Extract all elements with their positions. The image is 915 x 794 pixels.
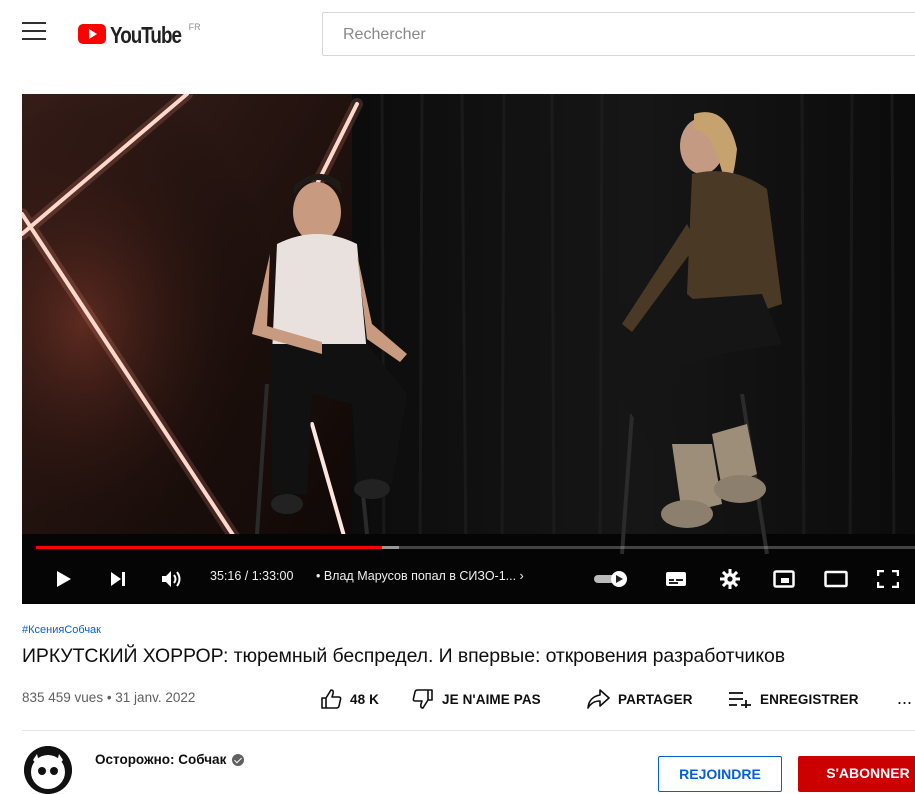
progress-played bbox=[36, 546, 382, 549]
search-input[interactable] bbox=[341, 23, 905, 47]
channel-name[interactable]: Осторожно: Собчак bbox=[95, 752, 245, 767]
dislike-icon bbox=[412, 689, 433, 709]
video-title: ИРКУТСКИЙ ХОРРОР: тюремный беспредел. И … bbox=[22, 645, 785, 667]
fullscreen-icon[interactable] bbox=[874, 554, 902, 604]
verified-icon bbox=[232, 753, 245, 766]
video-frame bbox=[22, 94, 915, 604]
save-button[interactable]: ENREGISTRER bbox=[728, 688, 859, 710]
join-button[interactable]: REJOINDRE bbox=[658, 756, 782, 792]
views-and-date: 835 459 vues • 31 janv. 2022 bbox=[22, 690, 196, 705]
play-icon[interactable] bbox=[52, 554, 76, 604]
like-button[interactable]: 48 K bbox=[320, 688, 379, 710]
share-label: PARTAGER bbox=[618, 691, 693, 707]
more-actions-button[interactable]: ... bbox=[897, 688, 912, 709]
menu-icon[interactable] bbox=[22, 22, 46, 44]
chapter-title[interactable]: • Влад Марусов попал в СИЗО-1... › bbox=[316, 569, 524, 583]
subtitles-icon[interactable] bbox=[662, 554, 690, 604]
autoplay-toggle-icon[interactable] bbox=[590, 554, 634, 604]
hashtag-link[interactable]: #КсенияСобчак bbox=[22, 624, 101, 636]
share-icon bbox=[587, 689, 610, 709]
divider bbox=[22, 730, 915, 731]
time-display: 35:16 / 1:33:00 bbox=[210, 569, 294, 583]
dislike-button[interactable]: JE N'AIME PAS bbox=[412, 688, 541, 710]
player-controls: 35:16 / 1:33:00 • Влад Марусов попал в С… bbox=[22, 554, 915, 604]
like-icon bbox=[321, 689, 342, 709]
settings-gear-icon[interactable] bbox=[716, 554, 744, 604]
subscribe-button[interactable]: S'ABONNER bbox=[798, 756, 915, 792]
country-code: FR bbox=[188, 22, 201, 32]
volume-icon[interactable] bbox=[160, 554, 184, 604]
progress-bar[interactable] bbox=[36, 546, 915, 549]
top-bar: YouTube FR bbox=[0, 0, 915, 70]
share-button[interactable]: PARTAGER bbox=[586, 688, 693, 710]
youtube-logo-icon bbox=[78, 24, 106, 44]
channel-name-text: Осторожно: Собчак bbox=[95, 752, 227, 767]
channel-avatar[interactable] bbox=[24, 746, 72, 794]
youtube-logo[interactable]: YouTube FR bbox=[78, 20, 201, 50]
theater-icon[interactable] bbox=[822, 554, 850, 604]
next-icon[interactable] bbox=[106, 554, 130, 604]
save-label: ENREGISTRER bbox=[760, 691, 859, 707]
logo-text: YouTube bbox=[110, 22, 182, 48]
save-playlist-icon bbox=[729, 692, 751, 708]
dislike-label: JE N'AIME PAS bbox=[442, 691, 541, 707]
miniplayer-icon[interactable] bbox=[770, 554, 798, 604]
video-player[interactable]: 35:16 / 1:33:00 • Влад Марусов попал в С… bbox=[22, 94, 915, 604]
search-box bbox=[322, 12, 915, 56]
like-count: 48 K bbox=[350, 691, 379, 707]
